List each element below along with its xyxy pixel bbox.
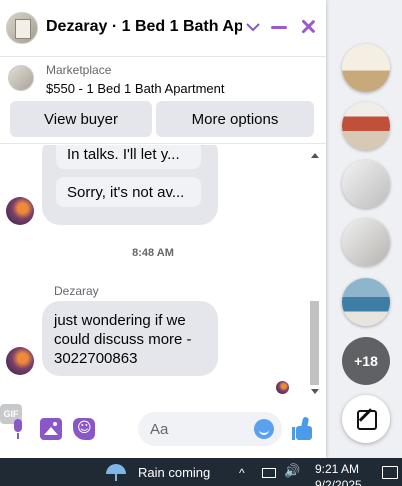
weather-text[interactable]: Rain coming	[138, 465, 210, 480]
message-line: could discuss more -	[54, 331, 192, 348]
chevron-up-icon[interactable]: ^	[239, 466, 245, 480]
emoji-icon[interactable]	[254, 419, 274, 439]
close-icon[interactable]	[298, 14, 318, 38]
chat-head-avatar[interactable]	[342, 218, 390, 266]
chat-head-avatar[interactable]	[342, 44, 390, 92]
clock-date[interactable]: 9/2/2025	[315, 478, 362, 486]
seen-indicator-avatar	[276, 381, 289, 394]
network-icon[interactable]	[262, 468, 276, 478]
sticker-icon[interactable]	[73, 418, 95, 440]
message-line: 3022700863	[54, 350, 138, 367]
message-list[interactable]: In talks. I'll let y... Sorry, it's not …	[0, 145, 326, 397]
sender-avatar[interactable]	[6, 347, 34, 375]
volume-icon[interactable]: 🔊	[284, 464, 300, 479]
listing-title[interactable]: $550 - 1 Bed 1 Bath Apartment	[46, 81, 225, 96]
scrollbar[interactable]	[309, 153, 321, 394]
message-line: just wondering if we	[54, 312, 186, 329]
chat-header: Dezaray · 1 Bed 1 Bath Apa...	[0, 0, 326, 56]
message-bubble[interactable]: just wondering if we could discuss more …	[42, 301, 218, 376]
rain-umbrella-icon[interactable]	[106, 462, 128, 482]
minimize-icon[interactable]	[271, 26, 287, 29]
message-input[interactable]: Aa	[138, 412, 282, 446]
message-input-placeholder: Aa	[150, 421, 169, 438]
sender-avatar[interactable]	[6, 197, 34, 225]
clock-time[interactable]: 9:21 AM	[315, 462, 359, 476]
message-timestamp: 8:48 AM	[132, 247, 174, 259]
notification-icon[interactable]	[382, 466, 398, 479]
sender-name: Dezaray	[54, 284, 99, 298]
chat-head-avatar[interactable]	[342, 278, 390, 326]
chat-title[interactable]: Dezaray · 1 Bed 1 Bath Apa...	[46, 18, 242, 36]
like-icon[interactable]	[292, 416, 316, 442]
quick-reply-quote[interactable]: Sorry, it's not av...	[56, 177, 201, 207]
compose-icon[interactable]	[342, 395, 390, 443]
message-composer: GIF Aa	[0, 404, 326, 454]
chat-head-avatar[interactable]	[342, 102, 390, 150]
listing-thumbnail[interactable]	[6, 12, 38, 44]
more-options-button[interactable]: More options	[156, 101, 314, 137]
mic-icon[interactable]	[8, 418, 30, 440]
chat-window: Dezaray · 1 Bed 1 Bath Apa... Marketplac…	[0, 0, 326, 458]
photo-icon[interactable]	[40, 418, 62, 440]
scroll-down-icon[interactable]	[311, 389, 319, 394]
marketplace-thumbnail	[8, 65, 34, 91]
marketplace-panel: Marketplace $550 - 1 Bed 1 Bath Apartmen…	[0, 56, 326, 144]
chevron-down-icon[interactable]	[244, 14, 262, 36]
scrollbar-thumb[interactable]	[310, 301, 319, 385]
marketplace-label: Marketplace	[46, 63, 112, 77]
quick-reply-quote[interactable]: In talks. I'll let y...	[56, 145, 201, 169]
taskbar: Rain coming ^ 🔊 9:21 AM 9/2/2025	[0, 458, 402, 486]
view-buyer-button[interactable]: View buyer	[10, 101, 152, 137]
scroll-up-icon[interactable]	[311, 153, 319, 158]
more-chats-button[interactable]: +18	[342, 337, 390, 385]
chat-head-avatar[interactable]	[342, 160, 390, 208]
